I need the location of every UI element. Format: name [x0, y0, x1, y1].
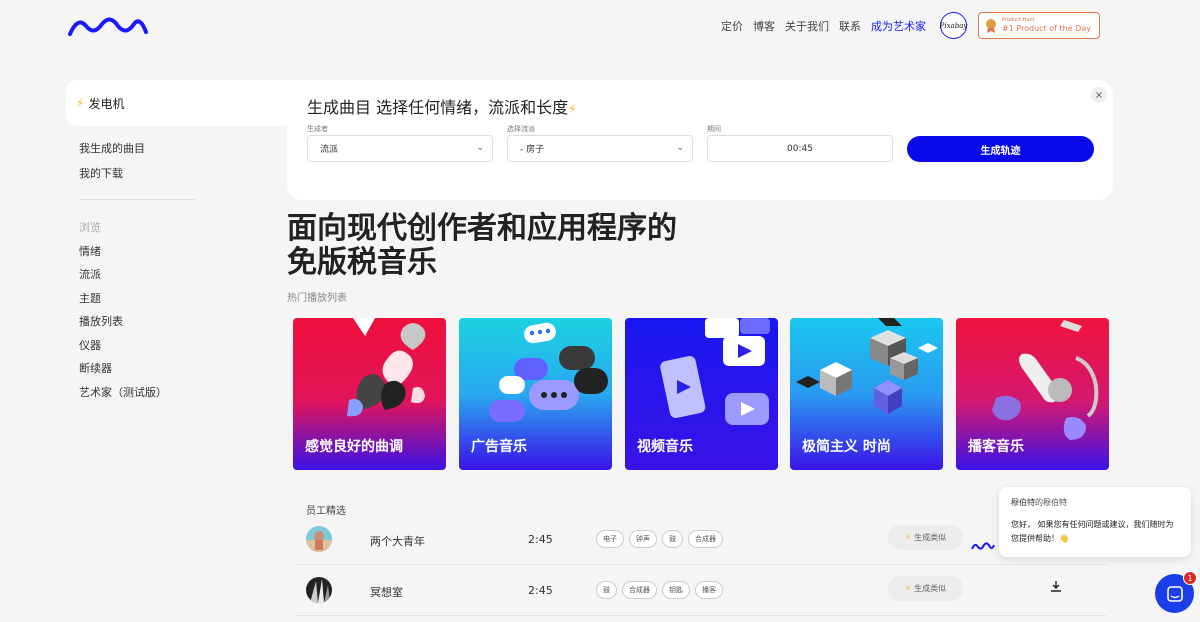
track-tags: 电子 钟声 鼓 合成器 [596, 530, 723, 548]
track-duration: 2:45 [528, 584, 553, 597]
sidebar-item-moods[interactable]: 情绪 [79, 243, 167, 267]
sidebar-item-instruments[interactable]: 仪器 [79, 337, 167, 361]
genre-value: 流派 [320, 145, 339, 155]
generator-panel: 生成曲目 选择任何情绪，流派和长度⚡ × 生成者 流派 ⌄ 选择流派 - 房子 … [287, 80, 1113, 200]
download-icon[interactable] [1050, 580, 1062, 595]
track-name[interactable]: 两个大青年 [370, 533, 425, 549]
chat-popup[interactable]: 穆伯特的穆伯特 您好， 如果您有任何问题或建议，我们随时为您提供帮助！👋 [999, 487, 1191, 557]
generate-similar-button[interactable]: ⚡ 生成类似 [888, 576, 963, 601]
generator-title: 生成曲目 选择任何情绪，流派和长度⚡ [307, 94, 577, 118]
generate-similar-label: 生成类似 [914, 584, 947, 593]
tag-chip[interactable]: 钥匙 [662, 581, 690, 599]
nav-become-artist[interactable]: 成为艺术家 [871, 18, 926, 34]
sidebar-generator-tab[interactable]: ⚡ 发电机 [66, 80, 290, 126]
sidebar-item-my-tracks[interactable]: 我生成的曲目 [79, 140, 145, 165]
chevron-down-icon: ⌄ [676, 143, 684, 153]
chat-sender-suffix: 的穆伯特 [1035, 498, 1067, 507]
track-duration: 2:45 [528, 533, 553, 546]
playlist-card-ads[interactable]: 广告音乐 [459, 318, 612, 470]
subgenre-select[interactable]: - 房子 ⌄ [507, 135, 693, 162]
sidebar-item-staccato[interactable]: 断续器 [79, 360, 167, 384]
product-hunt-small: Product Hunt [1002, 17, 1035, 23]
popular-playlists-heading: 热门播放列表 [287, 293, 347, 304]
playlist-label: 广告音乐 [471, 439, 527, 455]
generate-track-button[interactable]: 生成轨迹 [907, 136, 1094, 162]
tag-chip[interactable]: 合成器 [622, 581, 657, 599]
tag-chip[interactable]: 合成器 [688, 530, 723, 548]
sidebar-item-genres[interactable]: 流派 [79, 266, 167, 290]
sidebar-browse: 浏览 情绪 流派 主题 播放列表 仪器 断续器 艺术家（测试版） [79, 219, 167, 407]
product-hunt-badge[interactable]: Product Hunt #1 Product of the Day [978, 12, 1100, 39]
track-row[interactable]: 两个大青年 2:45 电子 钟声 鼓 合成器 ⚡ 生成类似 [296, 515, 1096, 563]
chevron-down-icon: ⌄ [476, 143, 484, 153]
sidebar-divider [79, 199, 195, 200]
generate-similar-label: 生成类似 [914, 533, 947, 542]
track-cover-avatar [306, 577, 332, 603]
playlist-label: 极简主义 时尚 [802, 439, 891, 455]
playlist-card-feel-good[interactable]: 感觉良好的曲调 [293, 318, 446, 470]
tag-chip[interactable]: 播客 [695, 581, 723, 599]
notification-badge: 1 [1183, 571, 1197, 585]
track-tags: 鼓 合成器 钥匙 播客 [596, 581, 723, 599]
tag-chip[interactable]: 电子 [596, 530, 624, 548]
playlist-label: 视频音乐 [637, 439, 693, 455]
pixabay-badge[interactable]: Pixabay [940, 12, 967, 39]
sidebar-browse-heading: 浏览 [79, 221, 101, 234]
duration-label: 期间 [707, 125, 721, 133]
tag-chip[interactable]: 鼓 [662, 530, 683, 548]
chat-sender-name: 穆伯特 [1011, 498, 1035, 507]
close-button[interactable]: × [1091, 87, 1107, 103]
nav-pricing[interactable]: 定价 [721, 18, 743, 34]
playlist-card-video[interactable]: 视频音乐 [625, 318, 778, 470]
bolt-icon: ⚡ [76, 96, 85, 110]
row-divider [296, 564, 1106, 565]
mubert-logo[interactable] [68, 14, 148, 38]
genre-label: 生成者 [307, 125, 328, 133]
bolt-icon: ⚡ [904, 532, 912, 543]
sidebar-item-artists[interactable]: 艺术家（测试版） [79, 384, 167, 408]
sidebar-links: 我生成的曲目 我的下载 [79, 140, 145, 190]
hero-line-2: 免版税音乐 [287, 245, 437, 280]
chat-sender: 穆伯特的穆伯特 [1011, 497, 1179, 508]
pixabay-badge-text: Pixabay [939, 21, 968, 30]
track-cover-avatar [306, 526, 332, 552]
nav-blog[interactable]: 博客 [753, 18, 775, 34]
generator-title-text: 生成曲目 选择任何情绪，流派和长度 [307, 98, 569, 117]
playlist-card-minimal[interactable]: 极简主义 时尚 [790, 318, 943, 470]
subgenre-label: 选择流派 [507, 125, 535, 133]
bolt-icon: ⚡ [568, 102, 577, 116]
row-divider [296, 615, 1106, 616]
chat-icon [1166, 585, 1183, 602]
tag-chip[interactable]: 钟声 [629, 530, 657, 548]
top-nav: 定价 博客 关于我们 联系 成为艺术家 [721, 18, 926, 34]
subgenre-value: - 房子 [520, 145, 545, 155]
medal-icon [986, 18, 996, 33]
bolt-icon: ⚡ [904, 583, 912, 594]
playlist-card-podcast[interactable]: 播客音乐 [956, 318, 1109, 470]
track-row[interactable]: 冥想室 2:45 鼓 合成器 钥匙 播客 ⚡ 生成类似 [296, 566, 1096, 614]
chat-message: 您好， 如果您有任何问题或建议，我们随时为您提供帮助！👋 [1011, 520, 1174, 543]
sidebar-item-themes[interactable]: 主题 [79, 290, 167, 314]
sidebar-item-my-downloads[interactable]: 我的下载 [79, 165, 145, 190]
generate-similar-button[interactable]: ⚡ 生成类似 [888, 525, 963, 550]
nav-contact[interactable]: 联系 [839, 18, 861, 34]
chat-launcher-button[interactable]: 1 [1155, 571, 1197, 613]
tag-chip[interactable]: 鼓 [596, 581, 617, 599]
sidebar-item-playlists[interactable]: 播放列表 [79, 313, 167, 337]
duration-value: 00:45 [787, 143, 813, 154]
playlist-label: 播客音乐 [968, 439, 1024, 455]
track-name[interactable]: 冥想室 [370, 584, 403, 600]
duration-input[interactable]: 00:45 [707, 135, 893, 162]
genre-select[interactable]: 流派 ⌄ [307, 135, 493, 162]
sidebar-generator-label: 发电机 [88, 96, 125, 111]
hero-title: 面向现代创作者和应用程序的 免版税音乐 [287, 212, 677, 280]
product-hunt-big: #1 Product of the Day [1002, 24, 1091, 33]
hero-line-1: 面向现代创作者和应用程序的 [287, 211, 677, 246]
mubert-wave-icon [971, 542, 995, 550]
playlist-label: 感觉良好的曲调 [305, 439, 403, 455]
nav-about[interactable]: 关于我们 [785, 18, 829, 34]
